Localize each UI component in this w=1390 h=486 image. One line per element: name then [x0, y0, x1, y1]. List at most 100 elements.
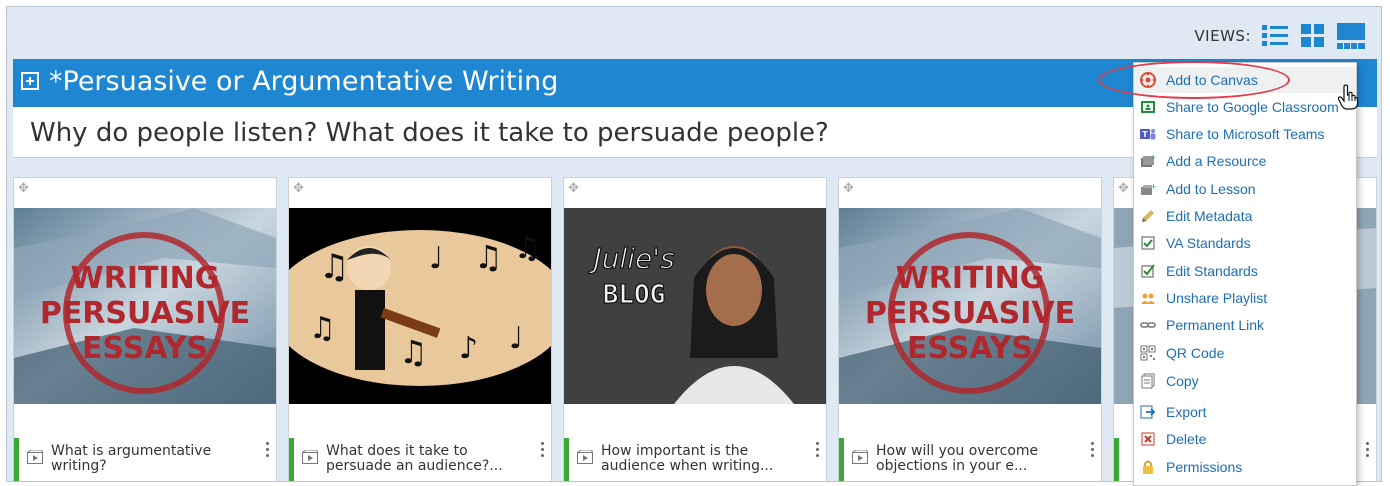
add-lesson-icon: + [1140, 181, 1156, 197]
resource-card[interactable]: ✥ Julie's BLOG How important is the audie… [563, 177, 827, 481]
svg-text:♩: ♩ [429, 241, 443, 276]
people-icon [1140, 290, 1156, 306]
context-menu: Add to Canvas Share to Google Classroom … [1133, 62, 1357, 486]
thumbnail-text: ESSAYS [82, 331, 208, 366]
more-options-icon[interactable] [266, 442, 270, 460]
menu-item-label: Share to Google Classroom [1166, 99, 1339, 115]
svg-text:♪: ♪ [459, 331, 478, 366]
svg-text:+: + [1150, 182, 1156, 191]
qr-code-icon [1140, 345, 1156, 361]
card-title[interactable]: What does it take to persuade an audience… [326, 444, 526, 474]
edit-checkbox-icon [1140, 263, 1156, 279]
menu-item-label: Add a Resource [1166, 153, 1267, 169]
lock-icon [1140, 459, 1156, 475]
menu-item-delete[interactable]: Delete [1134, 426, 1356, 452]
card-footer: How will you overcome objections in your … [839, 438, 1101, 481]
drag-handle-icon[interactable]: ✥ [18, 181, 34, 197]
google-classroom-icon [1140, 99, 1156, 115]
thumbnail-text: WRITING [71, 261, 220, 296]
highlight-ellipse [1098, 61, 1290, 99]
link-icon [1140, 317, 1156, 333]
add-resource-icon: + [1140, 153, 1156, 169]
list-view-icon[interactable] [1261, 22, 1289, 50]
menu-item-export[interactable]: Export [1134, 399, 1356, 425]
menu-item-label: Delete [1166, 431, 1207, 447]
menu-item-label: Share to Microsoft Teams [1166, 126, 1325, 142]
thumbnail-text: PERSUASIVE [865, 296, 1075, 331]
video-thumbnail[interactable]: WRITING PERSUASIVE ESSAYS [14, 208, 276, 404]
tile-view-icon[interactable] [1337, 22, 1365, 50]
menu-item-qr-code[interactable]: QR Code [1134, 340, 1356, 366]
views-label: VIEWS: [1194, 27, 1251, 45]
svg-text:T: T [1142, 130, 1148, 139]
resource-card[interactable]: ✥ WRITING PERSUASIVE ESSAYS How will you… [838, 177, 1102, 481]
menu-item-unshare-playlist[interactable]: Unshare Playlist [1134, 285, 1356, 311]
svg-text:♫: ♫ [309, 311, 336, 346]
video-icon [27, 450, 43, 464]
menu-item-label: Edit Standards [1166, 263, 1258, 279]
card-title[interactable]: What is argumentative writing? [51, 444, 251, 474]
more-options-icon[interactable] [1366, 442, 1370, 460]
menu-item-label: Edit Metadata [1166, 208, 1253, 224]
hand-cursor-icon [1337, 84, 1359, 110]
menu-item-label: Export [1166, 404, 1207, 420]
menu-item-label: Unshare Playlist [1166, 290, 1268, 306]
menu-item-label: QR Code [1166, 345, 1225, 361]
expand-icon[interactable] [21, 72, 39, 90]
delete-icon [1140, 431, 1156, 447]
drag-handle-icon[interactable]: ✥ [1118, 181, 1134, 197]
svg-text:♫: ♫ [514, 231, 541, 266]
video-icon [577, 450, 593, 464]
menu-item-add-to-lesson[interactable]: + Add to Lesson [1134, 176, 1356, 202]
menu-item-add-resource[interactable]: + Add a Resource [1134, 148, 1356, 174]
drag-handle-icon[interactable]: ✥ [843, 181, 859, 197]
checkbox-icon [1140, 235, 1156, 251]
card-footer: What is argumentative writing? [14, 438, 276, 481]
more-options-icon[interactable] [816, 442, 820, 460]
views-switcher: VIEWS: [1194, 19, 1365, 53]
svg-text:♫: ♫ [474, 238, 503, 276]
resource-card[interactable]: ✥ WRITING PERSUASIVE ESSAYS What is argu… [13, 177, 277, 481]
copy-icon [1140, 373, 1156, 389]
playlist-question: Why do people listen? What does it take … [30, 118, 829, 148]
svg-text:♫: ♫ [399, 333, 428, 371]
grid-view-icon[interactable] [1299, 22, 1327, 50]
menu-item-edit-standards[interactable]: Edit Standards [1134, 258, 1356, 284]
more-options-icon[interactable] [541, 442, 545, 460]
menu-item-va-standards[interactable]: VA Standards [1134, 230, 1356, 256]
thumbnail-text: ESSAYS [907, 331, 1033, 366]
thumbnail-text: Julie's [588, 242, 674, 275]
menu-item-label: Permissions [1166, 459, 1243, 475]
menu-item-copy[interactable]: Copy [1134, 368, 1356, 394]
video-icon [302, 450, 318, 464]
card-title[interactable]: How will you overcome objections in your … [876, 444, 1076, 474]
video-thumbnail[interactable]: Julie's BLOG [564, 208, 826, 404]
playlist-title[interactable]: *Persuasive or Argumentative Writing [49, 65, 558, 99]
microsoft-teams-icon: T [1140, 126, 1156, 142]
menu-item-permissions[interactable]: Permissions [1134, 454, 1356, 480]
menu-item-label: Copy [1166, 373, 1199, 389]
more-options-icon[interactable] [1091, 442, 1095, 460]
card-title[interactable]: How important is the audience when writin… [601, 444, 801, 474]
video-icon [852, 450, 868, 464]
video-thumbnail[interactable]: WRITING PERSUASIVE ESSAYS [839, 208, 1101, 404]
thumbnail-text: BLOG [603, 280, 666, 310]
menu-item-edit-metadata[interactable]: Edit Metadata [1134, 203, 1356, 229]
menu-item-permanent-link[interactable]: Permanent Link [1134, 312, 1356, 338]
svg-text:♫: ♫ [319, 247, 349, 287]
thumbnail-text: PERSUASIVE [40, 296, 250, 331]
menu-item-share-microsoft-teams[interactable]: T Share to Microsoft Teams [1134, 121, 1356, 147]
drag-handle-icon[interactable]: ✥ [293, 181, 309, 197]
card-footer: What does it take to persuade an audience… [289, 438, 551, 481]
thumbnail-text: WRITING [896, 261, 1045, 296]
pencil-icon [1140, 208, 1156, 224]
resource-card[interactable]: ✥ ♫ ♩ ♫ ♫ ♫ ♫ ♪ ♩ What does it take to pe [288, 177, 552, 481]
menu-item-label: Permanent Link [1166, 317, 1265, 333]
drag-handle-icon[interactable]: ✥ [568, 181, 584, 197]
menu-item-label: Add to Lesson [1166, 181, 1256, 197]
svg-text:♩: ♩ [509, 321, 523, 356]
menu-item-label: VA Standards [1166, 235, 1251, 251]
video-thumbnail[interactable]: ♫ ♩ ♫ ♫ ♫ ♫ ♪ ♩ [289, 208, 551, 404]
svg-text:+: + [1150, 153, 1156, 162]
export-icon [1140, 404, 1156, 420]
